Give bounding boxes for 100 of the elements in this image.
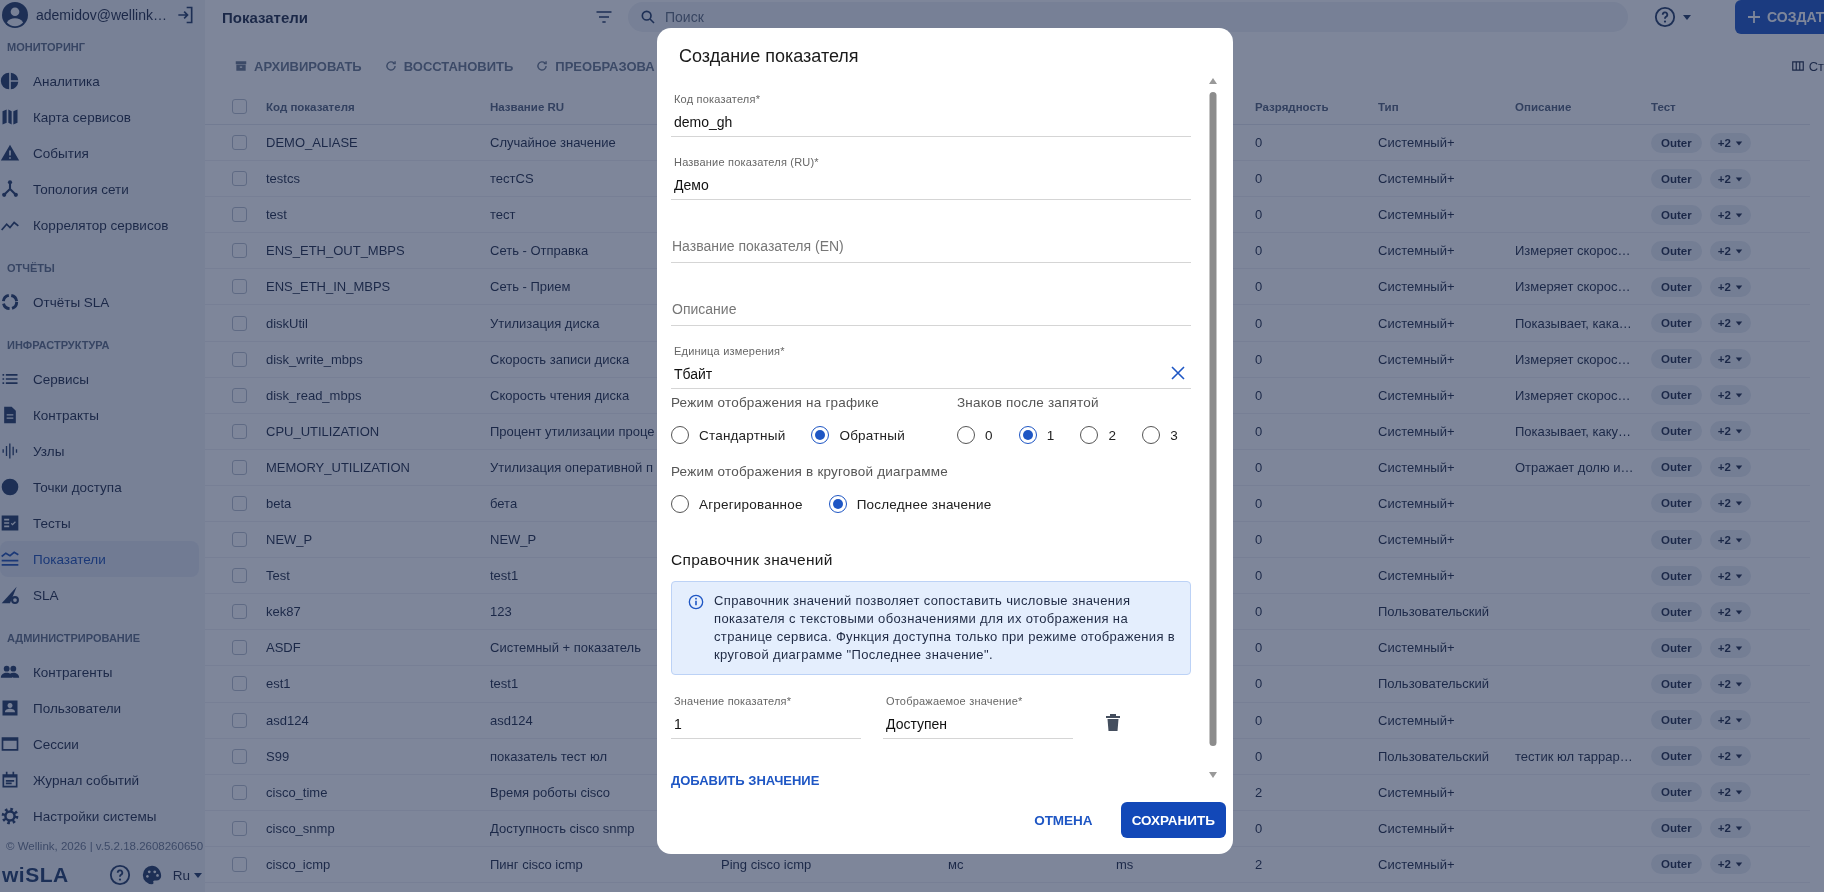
nav-item[interactable]: Пользователи bbox=[0, 690, 199, 726]
column-header[interactable]: Код показателя bbox=[266, 100, 355, 113]
nav-item[interactable]: Тесты bbox=[0, 505, 199, 541]
column-header[interactable]: Описание bbox=[1515, 100, 1572, 113]
checkbox[interactable] bbox=[232, 423, 247, 439]
radio-option[interactable]: Последнее значение bbox=[828, 495, 992, 513]
checkbox[interactable] bbox=[232, 243, 247, 259]
more-tags-button[interactable]: +2 bbox=[1709, 240, 1751, 261]
more-tags-button[interactable]: +2 bbox=[1709, 601, 1751, 622]
columns-button[interactable]: Ст bbox=[1790, 58, 1824, 74]
more-tags-button[interactable]: +2 bbox=[1709, 132, 1751, 153]
nav-item[interactable]: События bbox=[0, 135, 199, 171]
more-tags-button[interactable]: +2 bbox=[1709, 349, 1751, 370]
more-tags-button[interactable]: +2 bbox=[1709, 385, 1751, 406]
radio-option[interactable]: 3 bbox=[1142, 426, 1178, 444]
column-header[interactable]: Название RU bbox=[490, 100, 565, 113]
table-cell: CPU_UTILIZATION bbox=[266, 423, 380, 439]
search-field[interactable]: Поиск bbox=[628, 2, 1628, 32]
more-tags-button[interactable]: +2 bbox=[1709, 565, 1751, 586]
checkbox[interactable] bbox=[232, 135, 247, 151]
checkbox[interactable] bbox=[232, 676, 247, 692]
toolbar-button[interactable]: АРХИВИРОВАТЬ bbox=[234, 58, 362, 74]
caret-icon[interactable] bbox=[1682, 12, 1692, 22]
text-field[interactable]: Описание bbox=[671, 292, 1191, 326]
checkbox[interactable] bbox=[232, 748, 247, 764]
text-field[interactable]: 1 bbox=[671, 709, 861, 739]
text-field[interactable]: Доступен bbox=[883, 709, 1073, 739]
checkbox[interactable] bbox=[232, 604, 247, 620]
nav-item[interactable]: Сессии bbox=[0, 726, 199, 762]
more-tags-button[interactable]: +2 bbox=[1709, 782, 1751, 803]
nav-item[interactable]: Сервисы bbox=[0, 361, 199, 397]
trash-icon[interactable] bbox=[1105, 713, 1121, 731]
nav-item[interactable]: Контракты bbox=[0, 397, 199, 433]
nav-item[interactable]: Узлы bbox=[0, 433, 199, 469]
nav-item[interactable]: Отчёты SLA bbox=[0, 284, 199, 320]
nav-item[interactable]: Точки доступа bbox=[0, 469, 199, 505]
nav-item[interactable]: Настройки системы bbox=[0, 798, 199, 834]
language-selector[interactable]: Ru bbox=[172, 867, 203, 883]
text-field[interactable]: Демо bbox=[671, 170, 1191, 200]
radio-option[interactable]: 1 bbox=[1018, 426, 1055, 444]
checkbox[interactable] bbox=[232, 171, 247, 187]
checkbox[interactable] bbox=[232, 351, 247, 367]
more-tags-button[interactable]: +2 bbox=[1709, 710, 1751, 731]
text-field[interactable]: Название показателя (EN) bbox=[671, 229, 1191, 263]
nav-item[interactable]: Коррелятор сервисов bbox=[0, 207, 199, 243]
checkbox[interactable] bbox=[232, 99, 247, 114]
checkbox[interactable] bbox=[232, 459, 247, 475]
nav-item[interactable]: SLA bbox=[0, 577, 199, 613]
more-tags-button[interactable]: +2 bbox=[1709, 529, 1751, 550]
cancel-button[interactable]: ОТМЕНА bbox=[1028, 804, 1099, 836]
nav-item[interactable]: Аналитика bbox=[0, 63, 199, 99]
toolbar-button[interactable]: ВОССТАНОВИТЬ bbox=[383, 58, 514, 74]
more-tags-button[interactable]: +2 bbox=[1709, 421, 1751, 442]
checkbox[interactable] bbox=[232, 640, 247, 656]
column-header[interactable]: Разрядность bbox=[1255, 100, 1329, 113]
checkbox[interactable] bbox=[232, 712, 247, 728]
text-field[interactable]: Тбайт bbox=[671, 359, 1191, 389]
checkbox[interactable] bbox=[232, 856, 247, 872]
checkbox[interactable] bbox=[232, 387, 247, 403]
more-tags-button[interactable]: +2 bbox=[1709, 818, 1751, 839]
help-icon[interactable] bbox=[108, 864, 131, 886]
text-field[interactable]: demo_gh bbox=[671, 107, 1191, 137]
radio-option[interactable]: 2 bbox=[1080, 426, 1117, 444]
more-tags-button[interactable]: +2 bbox=[1709, 313, 1751, 333]
nav-item[interactable]: Показатели bbox=[0, 541, 199, 577]
more-tags-button[interactable]: +2 bbox=[1709, 746, 1751, 767]
nav-item[interactable]: Топология сети bbox=[0, 171, 199, 207]
more-tags-button[interactable]: +2 bbox=[1709, 168, 1751, 189]
save-button[interactable]: СОХРАНИТЬ bbox=[1120, 802, 1226, 838]
more-tags-button[interactable]: +2 bbox=[1709, 493, 1751, 514]
palette-icon[interactable] bbox=[140, 864, 163, 886]
radio-option[interactable]: Обратный bbox=[811, 426, 905, 444]
checkbox[interactable] bbox=[232, 568, 247, 584]
checkbox[interactable] bbox=[232, 207, 247, 223]
checkbox[interactable] bbox=[232, 315, 247, 331]
checkbox[interactable] bbox=[232, 784, 247, 800]
column-header[interactable]: Тест bbox=[1651, 100, 1676, 113]
close-icon[interactable] bbox=[1171, 366, 1185, 380]
checkbox[interactable] bbox=[232, 532, 247, 548]
checkbox[interactable] bbox=[232, 279, 247, 295]
table-cell: Системный+ bbox=[1378, 243, 1455, 259]
more-tags-button[interactable]: +2 bbox=[1709, 457, 1751, 478]
radio-option[interactable]: Агрегированное bbox=[671, 495, 803, 513]
more-tags-button[interactable]: +2 bbox=[1709, 204, 1751, 225]
create-button[interactable]: СОЗДАТ bbox=[1735, 0, 1824, 34]
add-value-button[interactable]: ДОБАВИТЬ ЗНАЧЕНИЕ bbox=[671, 773, 820, 788]
nav-item[interactable]: Журнал событий bbox=[0, 762, 199, 798]
radio-option[interactable]: 0 bbox=[957, 426, 993, 444]
more-tags-button[interactable]: +2 bbox=[1709, 673, 1751, 694]
checkbox[interactable] bbox=[232, 820, 247, 836]
nav-item[interactable]: Контрагенты bbox=[0, 654, 199, 690]
checkbox[interactable] bbox=[232, 496, 247, 511]
more-tags-button[interactable]: +2 bbox=[1709, 854, 1751, 875]
nav-item[interactable]: Карта сервисов bbox=[0, 99, 199, 135]
help-icon[interactable] bbox=[1654, 6, 1676, 28]
column-header[interactable]: Тип bbox=[1378, 100, 1399, 113]
more-tags-button[interactable]: +2 bbox=[1709, 637, 1751, 658]
radio-option[interactable]: Стандартный bbox=[671, 426, 786, 444]
toolbar-button[interactable]: ПРЕОБРАЗОВА bbox=[535, 58, 655, 74]
more-tags-button[interactable]: +2 bbox=[1709, 276, 1751, 297]
